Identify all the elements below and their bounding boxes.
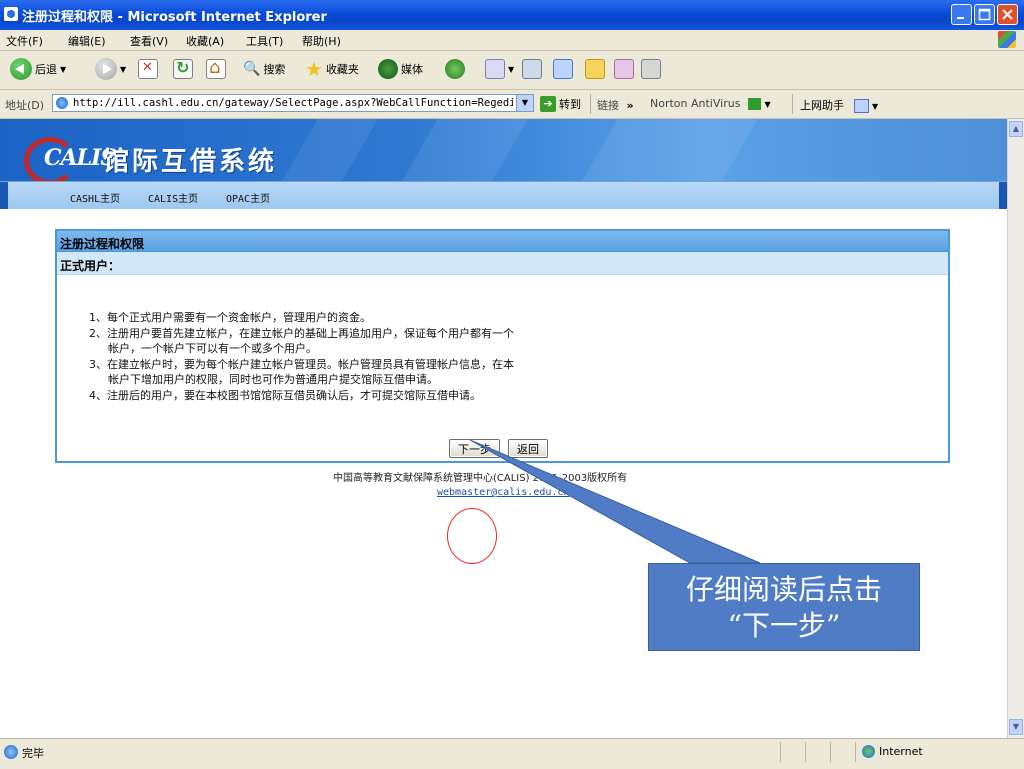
print-button[interactable] [522,57,542,81]
home-button[interactable] [206,57,226,81]
annotation-callout: 仔细阅读后点击 “下一步” [648,563,920,651]
divider [590,94,591,114]
more-links-chevron: » [626,99,634,112]
page-icon [56,97,68,109]
forward-button[interactable]: ▼ [95,57,126,81]
zone-label: Internet [879,745,923,758]
vertical-scrollbar[interactable]: ▲ ▼ [1007,119,1024,738]
search-icon [243,61,260,77]
chevron-down-icon: ▼ [60,64,67,74]
folder-icon [585,59,605,79]
chevron-down-icon: ▼ [508,64,515,74]
refresh-icon [173,58,193,79]
window-title: 注册过程和权限 - Microsoft Internet Explorer [22,10,327,25]
page-done-icon [4,745,18,759]
go-arrow-icon: ➔ [540,96,556,112]
go-label: 转到 [559,98,581,111]
links-label: 链接 [597,99,619,112]
address-label: 地址(D) [5,99,45,112]
media-icon [378,59,398,79]
menu-help[interactable]: 帮助(H) [302,33,341,49]
print-icon [522,59,542,79]
title-bar: 注册过程和权限 - Microsoft Internet Explorer [0,0,1024,30]
menu-edit[interactable]: 编辑(E) [68,33,106,49]
globe-icon [862,745,875,758]
menu-view[interactable]: 查看(V) [130,33,168,49]
ie-icon [4,7,18,21]
close-button[interactable] [997,4,1018,25]
menu-bar: 文件(F) 编辑(E) 查看(V) 收藏(A) 工具(T) 帮助(H) [0,30,1024,51]
mail-icon [485,59,505,79]
links-button[interactable]: 链接 » [597,97,634,113]
favorites-button[interactable]: ★ 收藏夹 [305,57,359,81]
scroll-down-icon[interactable]: ▼ [1009,719,1023,735]
home-icon [206,57,226,79]
address-input[interactable]: http://ill.cashl.edu.cn/gateway/SelectPa… [52,94,534,112]
norton-label: Norton AntiVirus [650,97,741,110]
status-bar: 完毕 Internet [0,738,1024,769]
address-url: http://ill.cashl.edu.cn/gateway/SelectPa… [73,97,513,109]
norton-antivirus-button[interactable]: Norton AntiVirus ▼ [650,97,771,110]
divider [792,94,793,114]
chevron-down-icon: ▼ [764,100,771,109]
norton-icon [747,98,761,110]
go-button[interactable]: ➔ 转到 [540,96,581,112]
minimize-button[interactable] [951,4,972,25]
callout-line-2: “下一步” [727,609,841,642]
edit-icon [553,59,573,79]
forward-arrow-icon [95,58,117,80]
messenger-icon [614,59,634,79]
windows-logo-icon [998,31,1016,48]
messenger-button[interactable] [614,57,634,81]
edit-button[interactable] [553,57,573,81]
history-icon [445,59,465,79]
star-icon: ★ [305,57,323,81]
helper-icon [853,99,869,113]
search-button[interactable]: 搜索 [243,57,285,81]
media-button[interactable]: 媒体 [378,57,423,81]
chevron-down-icon: ▼ [872,102,879,111]
stop-icon [138,59,158,79]
back-button[interactable]: 后退 ▼ [10,57,66,81]
address-bar: 地址(D) http://ill.cashl.edu.cn/gateway/Se… [0,90,1024,119]
menu-favorites[interactable]: 收藏(A) [186,33,224,49]
menu-tools[interactable]: 工具(T) [246,33,283,49]
chevron-down-icon: ▼ [120,64,127,74]
divider [855,742,856,762]
stop-button[interactable] [138,57,158,81]
divider [805,742,806,762]
helper-label: 上网助手 [800,99,844,112]
status-text: 完毕 [22,747,44,760]
callout-line-1: 仔细阅读后点击 [685,573,882,606]
web-helper-button[interactable]: 上网助手 ▼ [800,97,878,113]
tools-button[interactable] [641,57,661,81]
back-label: 后退 [35,63,57,76]
media-label: 媒体 [401,63,423,76]
security-zone: Internet [862,745,923,758]
search-label: 搜索 [263,63,286,76]
divider [830,742,831,762]
toolbar: 后退 ▼ ▼ 搜索 ★ 收藏夹 媒体 ▼ [0,51,1024,90]
back-arrow-icon [10,58,32,80]
divider [780,742,781,762]
history-button[interactable] [445,57,465,81]
maximize-button[interactable] [974,4,995,25]
folder-button[interactable] [585,57,605,81]
favorites-label: 收藏夹 [325,63,359,76]
chevron-down-icon[interactable]: ▼ [516,95,533,111]
scroll-up-icon[interactable]: ▲ [1009,121,1023,137]
menu-file[interactable]: 文件(F) [6,33,43,49]
mail-button[interactable]: ▼ [485,57,514,81]
refresh-button[interactable] [173,57,193,81]
tools-icon [641,59,661,79]
